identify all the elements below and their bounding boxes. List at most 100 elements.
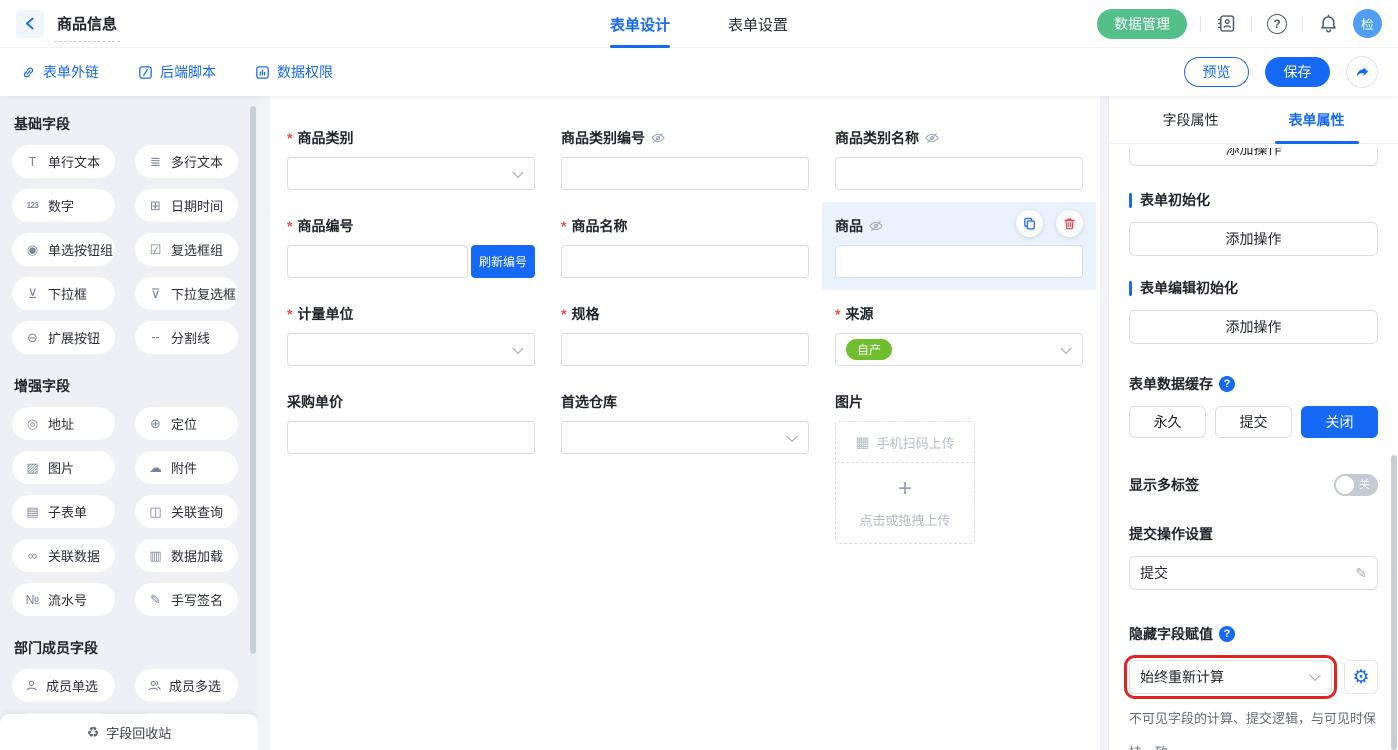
field-pill-divider[interactable]: ╌分割线 xyxy=(135,321,238,354)
save-button[interactable]: 保存 xyxy=(1265,57,1330,87)
help-icon[interactable]: ? xyxy=(1219,626,1235,642)
field-pill-image[interactable]: ▨图片 xyxy=(12,451,115,484)
edit-icon[interactable]: ✎ xyxy=(1355,565,1367,582)
field-spec[interactable]: *规格 xyxy=(548,290,822,378)
cache-option-submit[interactable]: 提交 xyxy=(1215,406,1292,438)
field-pill-subform[interactable]: ▤子表单 xyxy=(12,495,115,528)
tab-form-properties[interactable]: 表单属性 xyxy=(1283,96,1351,144)
field-pill-address[interactable]: ◎地址 xyxy=(12,407,115,440)
click-upload-button[interactable]: + 点击或拖拽上传 xyxy=(836,463,974,543)
field-pill-linked-data[interactable]: ∞关联数据 xyxy=(12,539,115,572)
external-link-button[interactable]: 表单外链 xyxy=(20,62,99,82)
delete-field-button[interactable] xyxy=(1056,210,1083,237)
source-select[interactable]: 自产 xyxy=(835,333,1083,366)
product-name-input[interactable] xyxy=(561,245,809,278)
field-product-code[interactable]: *商品编号 刷新编号 xyxy=(274,202,548,290)
field-pill-geolocation[interactable]: ⊕定位 xyxy=(135,407,238,440)
refresh-code-button[interactable]: 刷新编号 xyxy=(471,245,535,278)
preview-button[interactable]: 预览 xyxy=(1184,57,1249,87)
cache-option-permanent[interactable]: 永久 xyxy=(1129,406,1206,438)
form-init-add-action-button[interactable]: 添加操作 xyxy=(1129,222,1378,256)
field-recycle-bin[interactable]: ♻ 字段回收站 xyxy=(0,714,258,750)
radio-icon: ◉ xyxy=(24,243,41,256)
field-pill-member-single[interactable]: 成员单选 xyxy=(12,669,115,702)
tab-form-design[interactable]: 表单设计 xyxy=(610,0,670,48)
tab-field-properties[interactable]: 字段属性 xyxy=(1157,96,1225,144)
field-purchase-price[interactable]: 采购单价 xyxy=(274,378,548,556)
linked-data-icon: ∞ xyxy=(24,549,41,562)
source-tag: 自产 xyxy=(846,339,892,360)
field-pill-datetime[interactable]: ⊞日期时间 xyxy=(135,189,238,222)
field-pill-linked-query[interactable]: ◫关联查询 xyxy=(135,495,238,528)
share-button[interactable] xyxy=(1346,56,1378,88)
field-product-selected[interactable]: 商品 xyxy=(822,202,1096,290)
field-pill-data-load[interactable]: ▥数据加载 xyxy=(135,539,238,572)
field-label: 首选仓库 xyxy=(561,392,617,412)
submit-ops-field[interactable]: 提交 ✎ xyxy=(1129,556,1378,590)
field-pill-extend-button[interactable]: ⊖扩展按钮 xyxy=(12,321,115,354)
field-picture[interactable]: 图片 ▦ 手机扫码上传 + 点击或拖拽上传 xyxy=(822,378,1096,556)
field-pill-dropdown-multi[interactable]: ⊽下拉复选框 xyxy=(135,277,238,310)
warehouse-select[interactable] xyxy=(561,421,809,454)
notifications-button[interactable] xyxy=(1316,12,1340,36)
hidden-assign-select[interactable]: 始终重新计算 xyxy=(1129,660,1332,694)
field-product-category[interactable]: *商品类别 xyxy=(274,114,548,202)
field-preferred-warehouse[interactable]: 首选仓库 xyxy=(548,378,822,556)
field-source[interactable]: *来源 自产 xyxy=(822,290,1096,378)
field-pill-checkbox-group[interactable]: ☑复选框组 xyxy=(135,233,238,266)
form-toolbar: 表单外链 后端脚本 数据权限 预览 保存 xyxy=(0,48,1398,96)
field-category-name[interactable]: 商品类别名称 xyxy=(822,114,1096,202)
category-name-input[interactable] xyxy=(835,157,1083,190)
product-category-select[interactable] xyxy=(287,157,535,190)
scan-upload-label: 手机扫码上传 xyxy=(877,433,955,452)
data-manage-button[interactable]: 数据管理 xyxy=(1097,9,1187,39)
field-unit[interactable]: *计量单位 xyxy=(274,290,548,378)
field-pill-dropdown[interactable]: ⊻下拉框 xyxy=(12,277,115,310)
copy-field-button[interactable] xyxy=(1016,210,1043,237)
help-button[interactable]: ? xyxy=(1265,12,1289,36)
purchase-price-input[interactable] xyxy=(287,421,535,454)
required-star: * xyxy=(561,306,566,322)
cache-section-title: 表单数据缓存 ? xyxy=(1129,374,1378,394)
field-label: 采购单价 xyxy=(287,392,343,412)
product-input[interactable] xyxy=(835,245,1083,278)
field-pill-multi-text[interactable]: ≣多行文本 xyxy=(135,145,238,178)
spec-input[interactable] xyxy=(561,333,809,366)
category-code-input[interactable] xyxy=(561,157,809,190)
field-pill-member-multi[interactable]: 成员多选 xyxy=(135,669,238,702)
scan-upload-button[interactable]: ▦ 手机扫码上传 xyxy=(836,422,974,463)
hidden-assign-settings-button[interactable]: ⚙ xyxy=(1344,660,1378,694)
back-button[interactable] xyxy=(16,10,44,38)
field-pill-signature[interactable]: ✎手写签名 xyxy=(135,583,238,616)
user-avatar[interactable]: 检 xyxy=(1353,9,1382,38)
data-permission-button[interactable]: 数据权限 xyxy=(254,62,333,82)
field-pill-attachment[interactable]: ☁附件 xyxy=(135,451,238,484)
unit-select[interactable] xyxy=(287,333,535,366)
help-icon[interactable]: ? xyxy=(1219,376,1235,392)
submit-ops-section-title: 提交操作设置 xyxy=(1129,524,1378,544)
clipped-add-action-button[interactable]: 添加操作 xyxy=(1129,148,1378,166)
product-code-input[interactable] xyxy=(287,245,468,278)
backend-script-label: 后端脚本 xyxy=(160,62,216,82)
cache-option-off[interactable]: 关闭 xyxy=(1301,406,1378,438)
help-icon: ? xyxy=(1267,14,1287,34)
contact-book-button[interactable] xyxy=(1214,12,1238,36)
form-title[interactable]: 商品信息 xyxy=(54,13,120,42)
workspace: 基础字段 T单行文本 ≣多行文本 123数字 ⊞日期时间 ◉单选按钮组 ☑复选框… xyxy=(0,96,1398,750)
field-pill-serial-number[interactable]: №流水号 xyxy=(12,583,115,616)
field-product-name[interactable]: *商品名称 xyxy=(548,202,822,290)
section-label: 表单编辑初始化 xyxy=(1140,278,1238,298)
form-edit-init-add-action-button[interactable]: 添加操作 xyxy=(1129,310,1378,344)
page-scrollbar[interactable] xyxy=(1391,455,1397,750)
field-pill-single-text[interactable]: T单行文本 xyxy=(12,145,115,178)
backend-script-button[interactable]: 后端脚本 xyxy=(137,62,216,82)
field-pill-number[interactable]: 123数字 xyxy=(12,189,115,222)
field-category-code[interactable]: 商品类别编号 xyxy=(548,114,822,202)
field-pill-radio-group[interactable]: ◉单选按钮组 xyxy=(12,233,115,266)
tab-form-settings[interactable]: 表单设置 xyxy=(728,0,788,48)
selected-field-actions xyxy=(1016,210,1083,237)
sidebar-scrollbar[interactable] xyxy=(250,106,256,654)
pen-icon: ✎ xyxy=(147,593,164,606)
multi-text-icon: ≣ xyxy=(147,155,164,168)
multi-tab-toggle[interactable]: 关 xyxy=(1334,474,1378,496)
